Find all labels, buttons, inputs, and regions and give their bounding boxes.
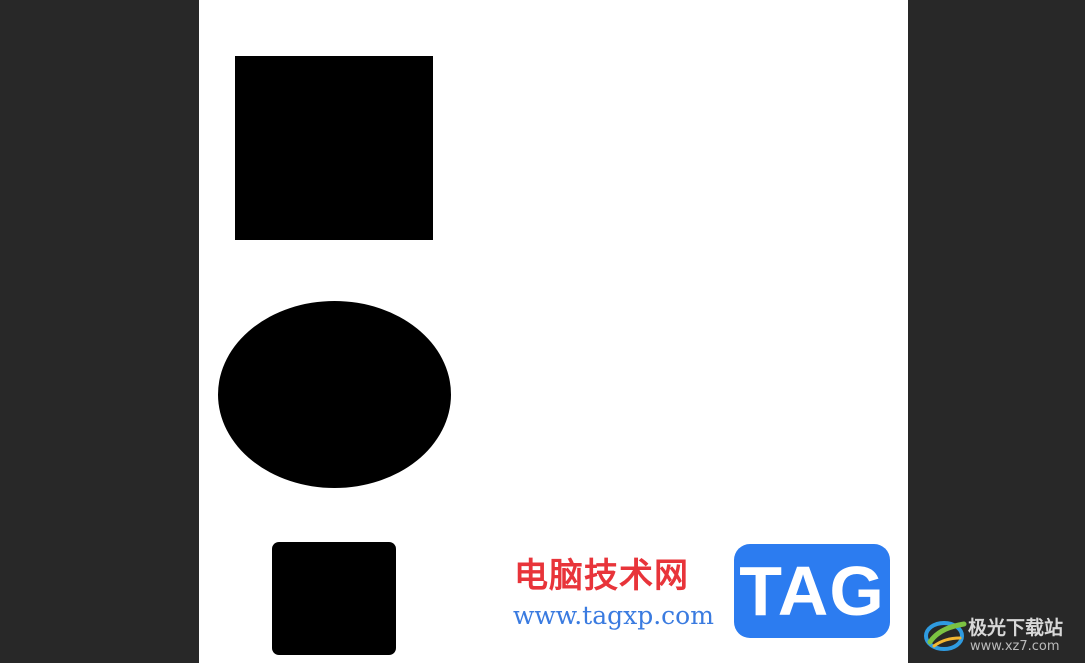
corner-logo-url: www.xz7.com (970, 639, 1060, 654)
document-canvas[interactable]: 电脑技术网 www.tagxp.com TAG (199, 0, 908, 663)
watermark-tag-badge: TAG (734, 544, 890, 638)
rounded-rectangle-shape[interactable] (272, 542, 396, 655)
square-shape[interactable] (235, 56, 433, 240)
xz7-logo-icon (924, 621, 967, 651)
watermark-site-name: 电脑技术网 (514, 556, 689, 596)
watermark-site-url: www.tagxp.com (513, 601, 714, 630)
ellipse-shape[interactable] (218, 301, 451, 488)
corner-logo-title: 极光下载站 (968, 617, 1064, 639)
corner-logo: 极光下载站 www.xz7.com (924, 612, 1085, 663)
workspace: 电脑技术网 www.tagxp.com TAG 极光下载站 www.xz7.co… (0, 0, 1085, 663)
